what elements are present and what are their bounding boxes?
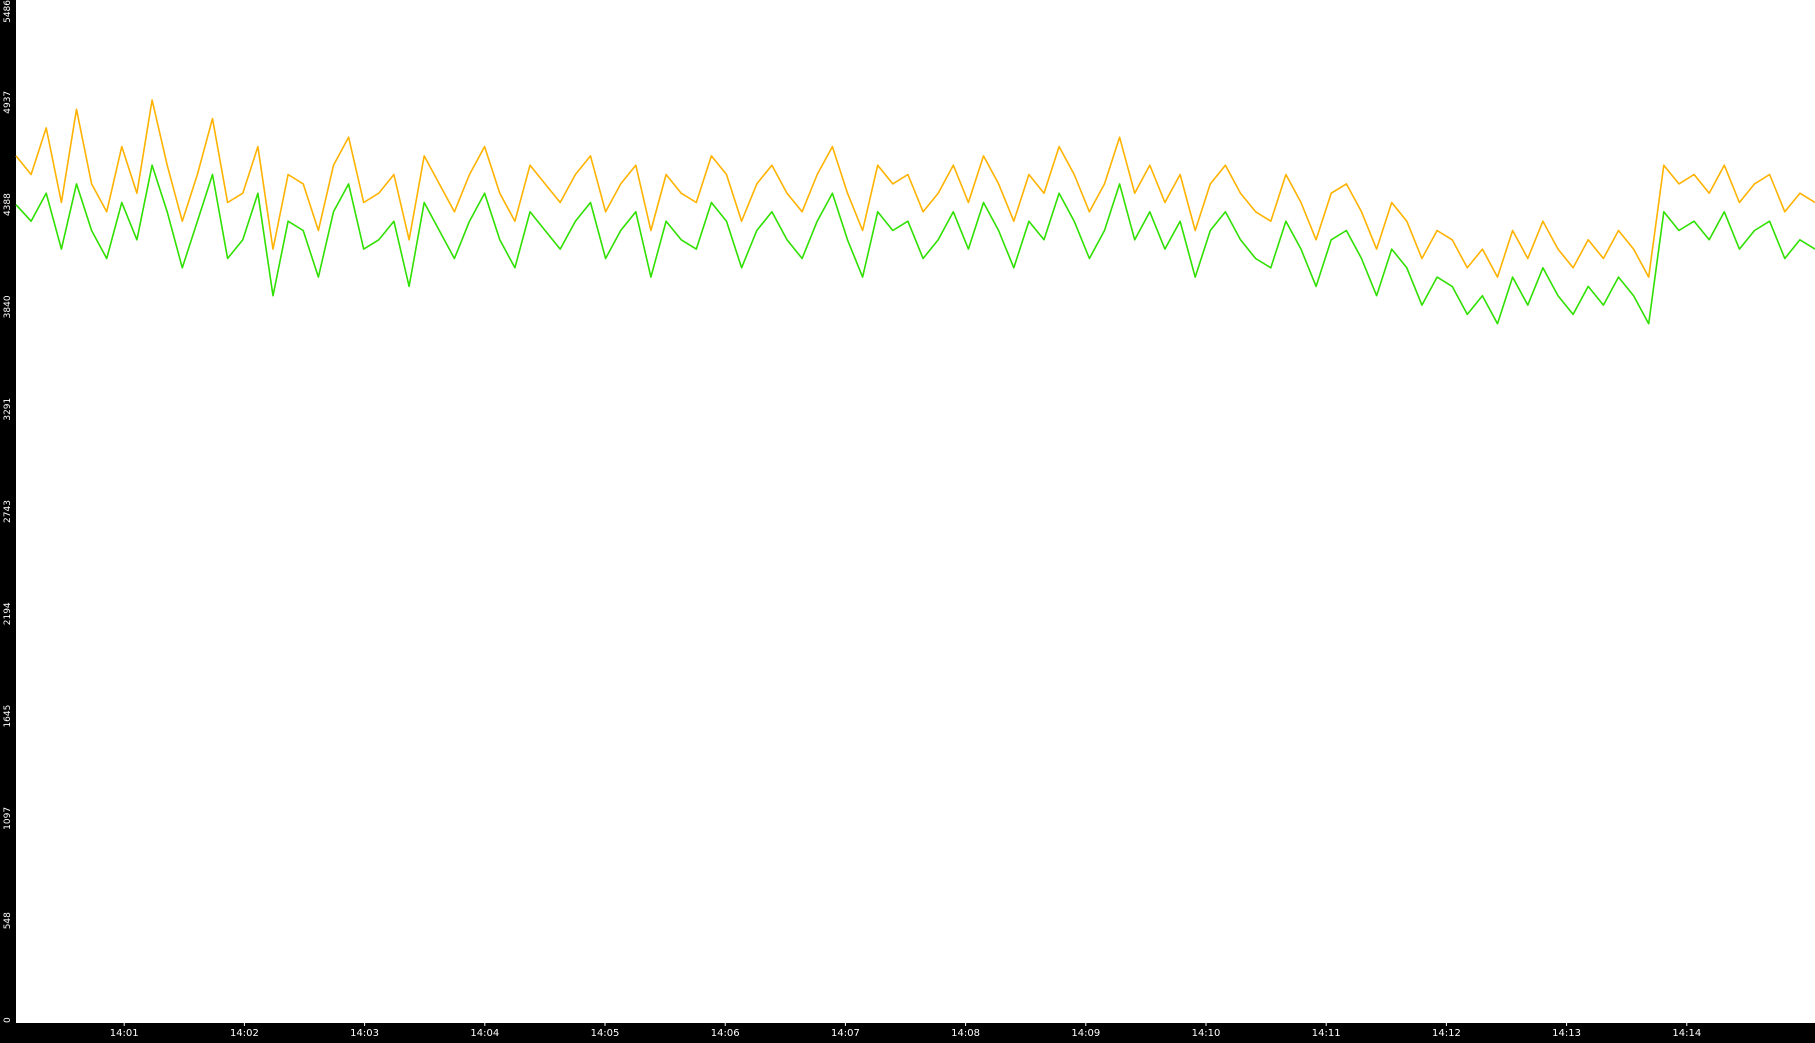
x-tick-label: 14:13 <box>1552 1028 1581 1039</box>
chart-svg: 0 548 1097 1645 2194 2743 3291 3840 4388 4937 5486… <box>3 0 1815 1039</box>
y-tick-label: 548 <box>3 912 13 929</box>
y-tick-label: 5486 <box>3 0 13 23</box>
x-axis: 14:01 14:02 14:03 14:04 14:05 14:06 14:07 14:08… <box>110 1023 1701 1039</box>
y-tick-label: 2194 <box>3 602 13 625</box>
y-tick-label: 0 <box>3 1017 13 1023</box>
y-axis: 0 548 1097 1645 2194 2743 3291 3840 4388 4937 5486 <box>3 0 13 1023</box>
x-tick-label: 14:03 <box>350 1028 379 1039</box>
x-tick-label: 14:07 <box>831 1028 860 1039</box>
y-tick-label: 4937 <box>3 91 13 114</box>
x-tick-label: 14:09 <box>1071 1028 1100 1039</box>
chart-container: 0 548 1097 1645 2194 2743 3291 3840 4388 4937 5486… <box>0 0 1815 1039</box>
y-tick-label: 2743 <box>3 500 13 523</box>
y-tick-label: 1097 <box>3 807 13 830</box>
y-tick-label: 3291 <box>3 398 13 421</box>
plot-area <box>16 0 1815 1023</box>
x-tick-label: 14:04 <box>470 1028 499 1039</box>
x-tick-label: 14:05 <box>591 1028 620 1039</box>
x-tick-label: 14:14 <box>1672 1028 1701 1039</box>
x-tick-label: 14:02 <box>230 1028 259 1039</box>
x-tick-label: 14:12 <box>1432 1028 1461 1039</box>
x-tick-label: 14:08 <box>951 1028 980 1039</box>
y-tick-label: 4388 <box>3 193 13 216</box>
y-tick-label: 3840 <box>3 295 13 318</box>
x-tick-label: 14:01 <box>110 1028 139 1039</box>
x-tick-label: 14:11 <box>1312 1028 1341 1039</box>
y-tick-label: 1645 <box>3 705 13 728</box>
x-tick-label: 14:06 <box>711 1028 740 1039</box>
x-tick-label: 14:10 <box>1192 1028 1221 1039</box>
